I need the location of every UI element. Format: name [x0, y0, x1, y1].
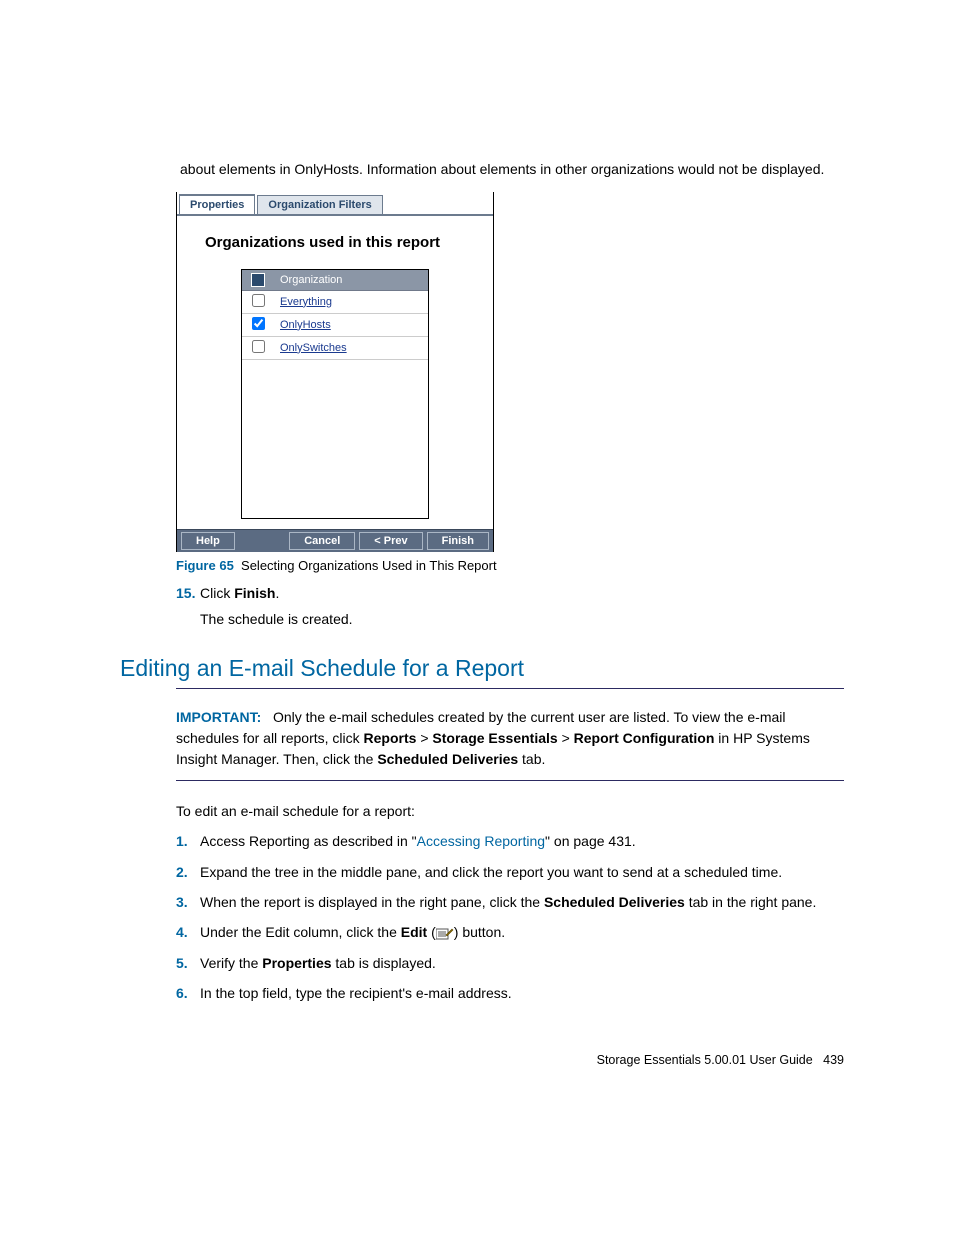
step-number: 4. [176, 922, 200, 942]
step-6: 6. In the top field, type the recipient'… [176, 983, 844, 1003]
step-bold-properties: Properties [262, 955, 331, 971]
figure-caption-text: Selecting Organizations Used in This Rep… [241, 558, 497, 573]
org-filters-dialog: Properties Organization Filters Organiza… [176, 192, 494, 552]
gt1: > [416, 730, 432, 746]
dialog-tabs: Properties Organization Filters [177, 192, 493, 216]
lead-paragraph: To edit an e-mail schedule for a report: [176, 801, 844, 821]
step-number: 2. [176, 862, 200, 882]
important-bold-storage-essentials: Storage Essentials [432, 730, 557, 746]
section-heading-editing-email-schedule: Editing an E-mail Schedule for a Report [120, 655, 844, 682]
step-text-end: tab is displayed. [332, 955, 436, 971]
dialog-button-row: Help Cancel < Prev Finish [177, 529, 493, 552]
finish-button[interactable]: Finish [427, 532, 489, 550]
step-text: Click [200, 585, 234, 601]
step-4: 4. Under the Edit column, click the Edit… [176, 922, 844, 942]
step-text-end: . [275, 585, 279, 601]
step-text-end: " on page 431. [545, 833, 636, 849]
step-text: When the report is displayed in the righ… [200, 894, 544, 910]
step-text: Under the Edit column, click the [200, 924, 401, 940]
gt2: > [558, 730, 574, 746]
figure-number: Figure 65 [176, 558, 234, 573]
step-1: 1. Access Reporting as described in "Acc… [176, 831, 844, 851]
footer-title: Storage Essentials 5.00.01 User Guide [597, 1053, 813, 1067]
figure-caption: Figure 65 Selecting Organizations Used i… [176, 558, 844, 573]
important-text-3: tab. [518, 751, 545, 767]
footer-page-number: 439 [823, 1053, 844, 1067]
intro-paragraph: about elements in OnlyHosts. Information… [180, 160, 844, 180]
important-bold-scheduled-deliveries: Scheduled Deliveries [377, 751, 518, 767]
org-link-onlyswitches[interactable]: OnlySwitches [274, 336, 428, 359]
help-button[interactable]: Help [181, 532, 235, 550]
step-bold-scheduled-deliveries: Scheduled Deliveries [544, 894, 685, 910]
step-number: 6. [176, 983, 200, 1003]
table-row: OnlyHosts [242, 313, 428, 336]
table-row: OnlySwitches [242, 336, 428, 359]
page-footer: Storage Essentials 5.00.01 User Guide 43… [120, 1053, 844, 1067]
important-bold-report-configuration: Report Configuration [574, 730, 715, 746]
row-checkbox-onlyhosts[interactable] [252, 317, 265, 330]
step-number: 5. [176, 953, 200, 973]
important-bold-reports: Reports [364, 730, 417, 746]
step-3: 3. When the report is displayed in the r… [176, 892, 844, 912]
step-5: 5. Verify the Properties tab is displaye… [176, 953, 844, 973]
row-checkbox-everything[interactable] [252, 294, 265, 307]
step-text: Verify the [200, 955, 262, 971]
cancel-button[interactable]: Cancel [289, 532, 355, 550]
step-text: Expand the tree in the middle pane, and … [200, 862, 844, 882]
step-text-paren-close: ) button. [454, 924, 505, 940]
important-note: IMPORTANT: Only the e-mail schedules cre… [176, 699, 844, 781]
step-text-paren-open: ( [427, 924, 436, 940]
org-link-everything[interactable]: Everything [274, 290, 428, 313]
tab-organization-filters[interactable]: Organization Filters [257, 195, 382, 214]
link-accessing-reporting[interactable]: Accessing Reporting [417, 833, 545, 849]
organization-table: Organization Everything OnlyHosts OnlySw… [241, 269, 429, 519]
org-link-onlyhosts[interactable]: OnlyHosts [274, 313, 428, 336]
row-checkbox-onlyswitches[interactable] [252, 340, 265, 353]
dialog-heading: Organizations used in this report [177, 216, 493, 269]
edit-icon [436, 927, 454, 941]
tab-properties[interactable]: Properties [179, 194, 255, 214]
step-text: In the top field, type the recipient's e… [200, 983, 844, 1003]
step-text: Access Reporting as described in " [200, 833, 417, 849]
figure-65: Properties Organization Filters Organiza… [176, 192, 844, 573]
step-number: 1. [176, 831, 200, 851]
step-number: 15. [176, 583, 200, 603]
table-row: Everything [242, 290, 428, 313]
column-organization: Organization [274, 270, 428, 291]
step-bold-edit: Edit [401, 924, 427, 940]
section-rule [176, 688, 844, 689]
select-all-icon [251, 273, 265, 287]
step-2: 2. Expand the tree in the middle pane, a… [176, 862, 844, 882]
step-text-end: tab in the right pane. [685, 894, 817, 910]
step-15: 15. Click Finish. [176, 583, 844, 603]
select-all-header[interactable] [242, 270, 274, 291]
step-15-sub: The schedule is created. [200, 609, 844, 629]
step-number: 3. [176, 892, 200, 912]
step-bold: Finish [234, 585, 275, 601]
important-label: IMPORTANT: [176, 709, 261, 725]
prev-button[interactable]: < Prev [359, 532, 422, 550]
